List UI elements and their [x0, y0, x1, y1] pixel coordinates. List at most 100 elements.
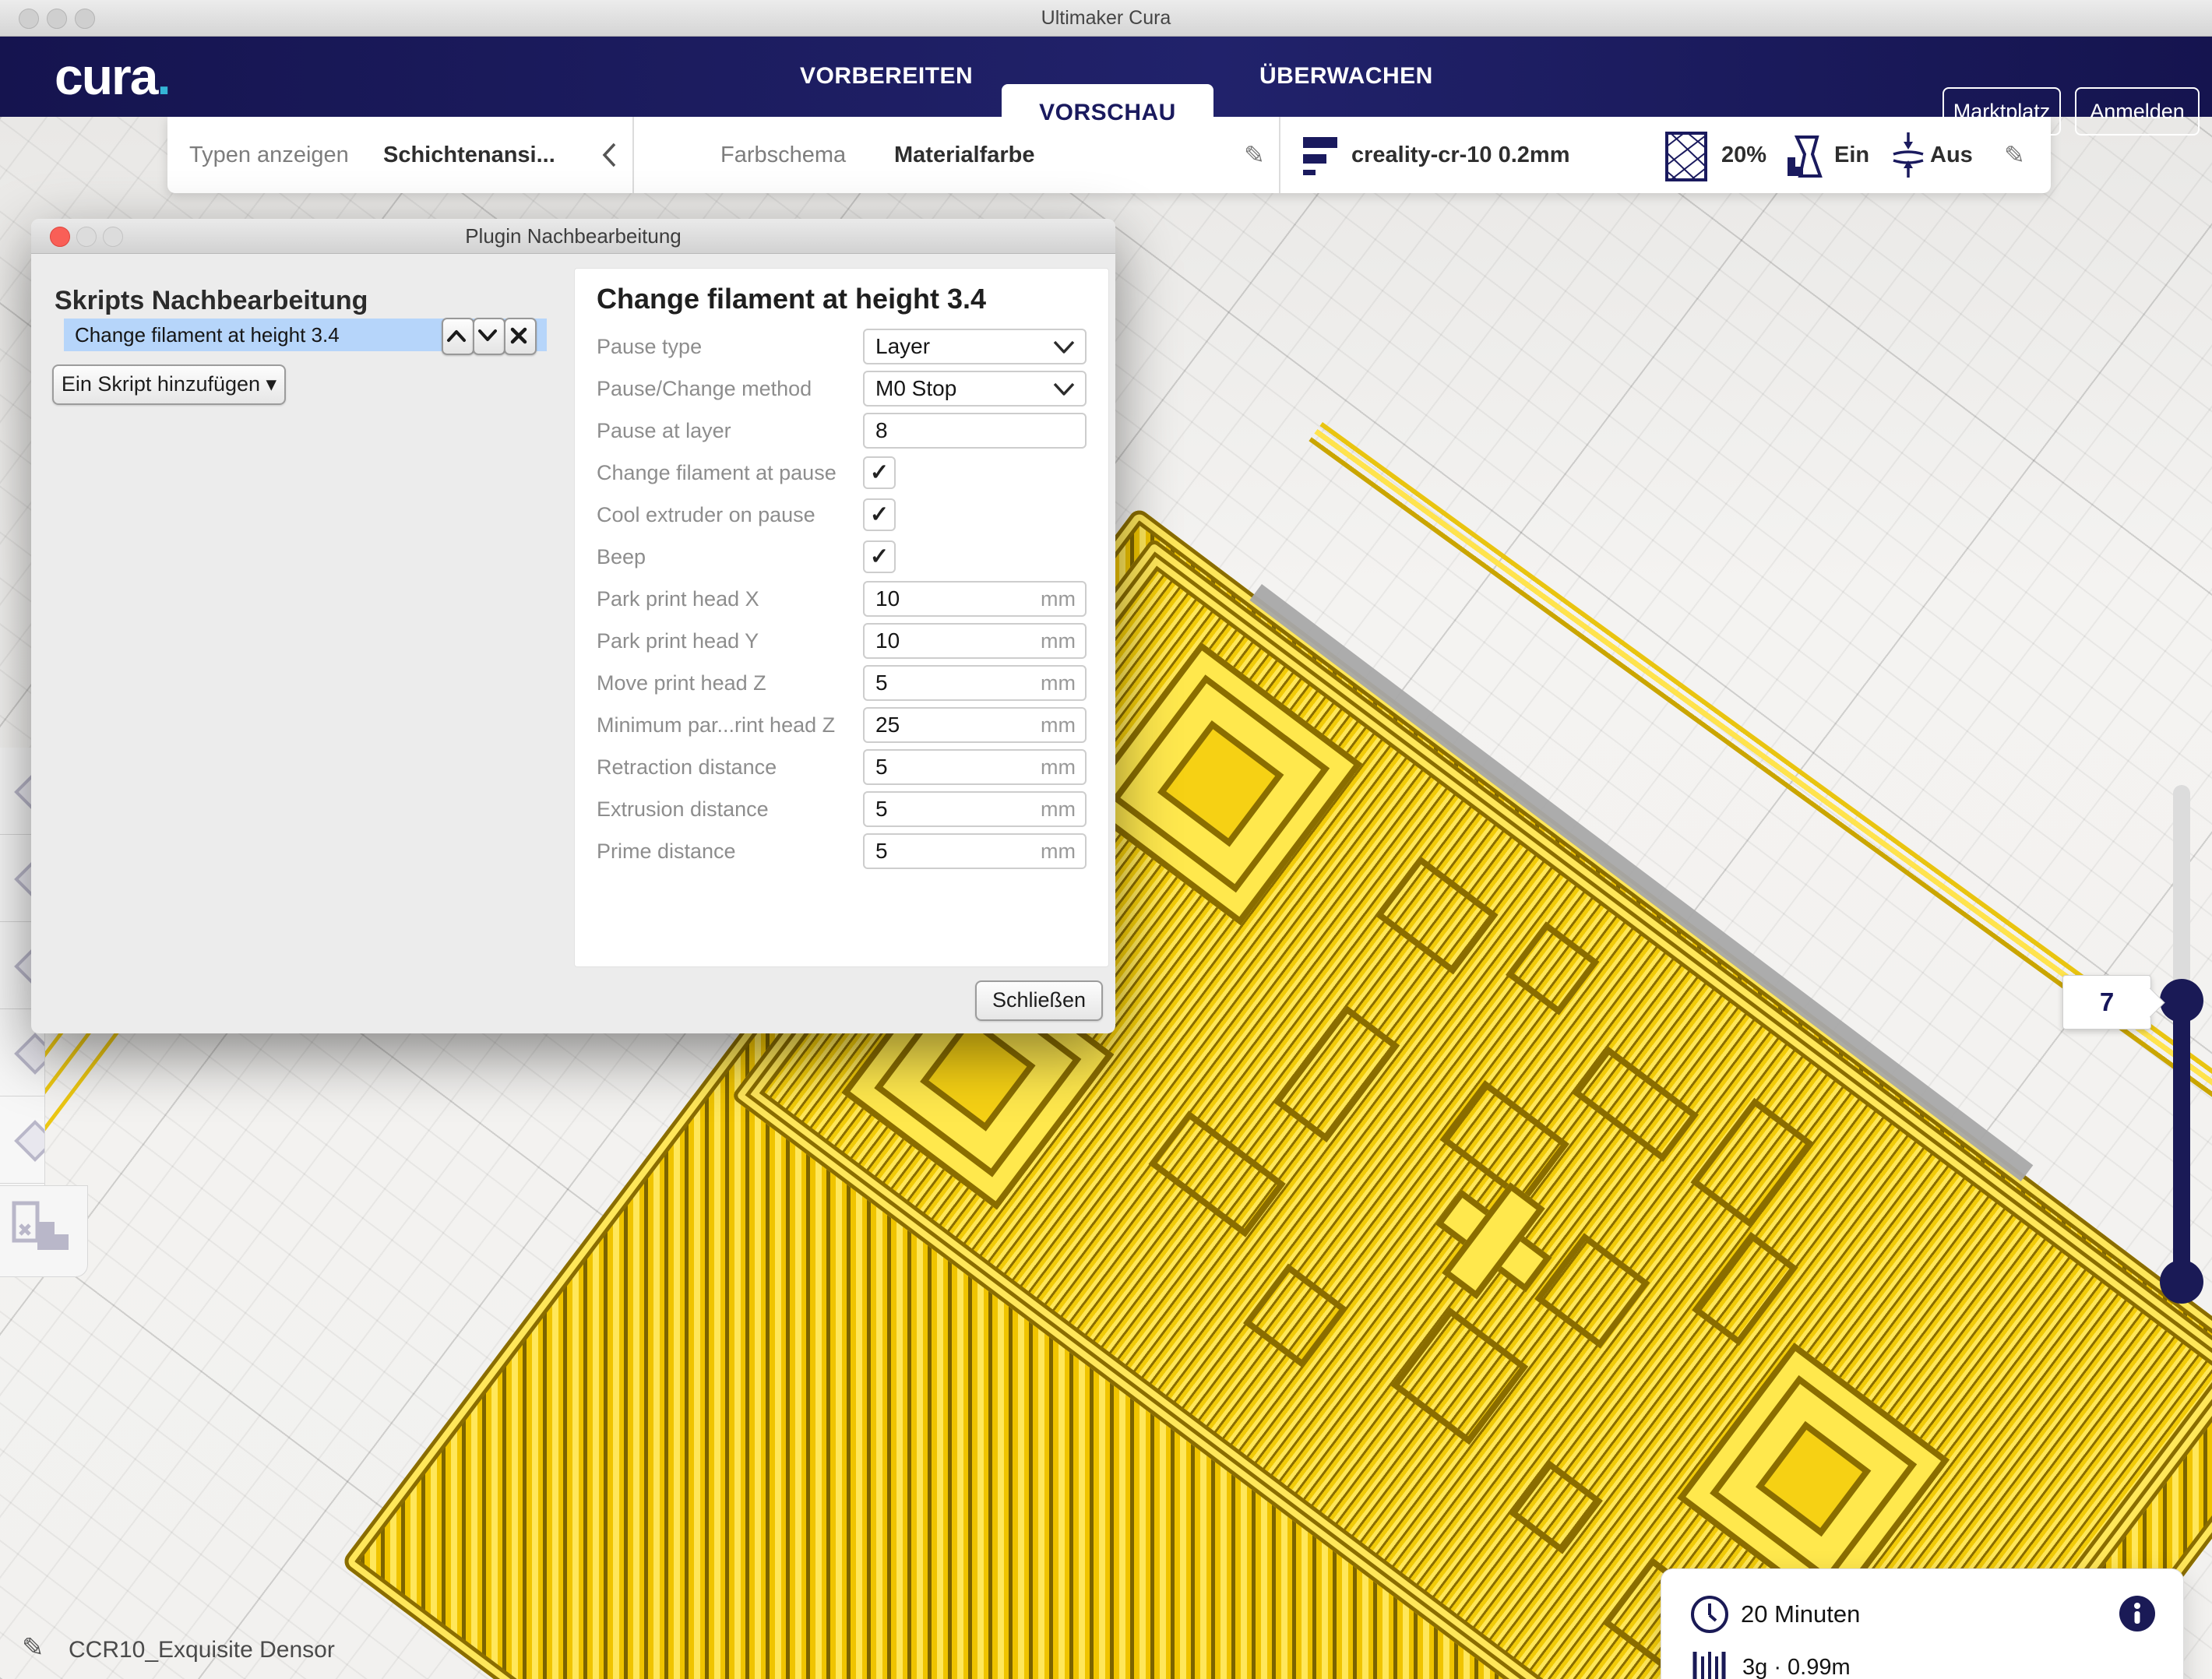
form-row-beep: Beep ✓: [597, 538, 1087, 576]
retraction-distance-input[interactable]: 5 mm: [863, 749, 1087, 785]
qr-module: [1375, 856, 1498, 974]
marketplace-button[interactable]: Marktplatz: [1943, 87, 2061, 136]
toolbar-divider: [1279, 117, 1280, 193]
support-icon: [1786, 134, 1825, 179]
add-script-button[interactable]: Ein Skript hinzufügen ▾: [52, 364, 286, 405]
model-name: CCR10_Exquisite Densor: [69, 1637, 335, 1663]
layer-number-flag: 7: [2062, 975, 2151, 1030]
tab-vorschau[interactable]: VORSCHAU: [1002, 84, 1213, 142]
edit-print-settings-pencil-icon[interactable]: ✎: [2004, 140, 2025, 170]
park-y-input[interactable]: 10 mm: [863, 623, 1087, 659]
form-row-prime: Prime distance 5 mm: [597, 832, 1087, 870]
form-row-retraction: Retraction distance 5 mm: [597, 748, 1087, 786]
qr-module: [1534, 1233, 1650, 1348]
close-x-icon: [510, 327, 527, 344]
move-script-up-button[interactable]: [442, 318, 474, 355]
app-window: ✎ CCR10_Exquisite Densor 40.0 x 80.0 x 2…: [0, 0, 2212, 1679]
form-row-park-y: Park print head Y 10 mm: [597, 622, 1087, 660]
qr-module: [1148, 1111, 1285, 1237]
dialog-title: Plugin Nachbearbeitung: [31, 224, 1115, 248]
qr-module: [1391, 1308, 1528, 1445]
prime-distance-input[interactable]: 5 mm: [863, 833, 1087, 869]
form-row-pause-method: Pause/Change method M0 Stop: [597, 370, 1087, 407]
cool-extruder-checkbox[interactable]: ✓: [863, 498, 896, 531]
form-row-pause-type: Pause type Layer: [597, 328, 1087, 365]
adhesion-icon: [1890, 131, 1926, 179]
tool-button-support-blocker[interactable]: [0, 1096, 44, 1184]
layer-slider-lower-handle[interactable]: [2160, 1260, 2203, 1304]
print-summary-panel: 20 Minuten 3g · 0.99m Print with OctoPri…: [1661, 1568, 2184, 1679]
scripts-heading: Skripts Nachbearbeitung: [55, 286, 368, 316]
chevron-down-icon: [477, 329, 498, 343]
chevron-down-icon: [1052, 382, 1076, 397]
layer-slider-upper-handle[interactable]: [2160, 979, 2203, 1023]
move-z-input[interactable]: 5 mm: [863, 665, 1087, 701]
support-blocker-icon: [14, 1120, 44, 1162]
form-row-move-z: Move print head Z 5 mm: [597, 664, 1087, 702]
qr-module: [1690, 1098, 1814, 1227]
qr-module: [1506, 921, 1599, 1015]
tab-ueberwachen[interactable]: ÜBERWACHEN: [1259, 36, 1433, 117]
dialog-title-bar[interactable]: Plugin Nachbearbeitung: [31, 219, 1115, 254]
pause-at-layer-input[interactable]: 8: [863, 413, 1087, 449]
infill-icon: [1664, 131, 1708, 182]
qr-module: [1509, 1460, 1602, 1554]
form-row-change-filament: Change filament at pause ✓: [597, 454, 1087, 491]
form-row-pause-at-layer: Pause at layer 8: [597, 412, 1087, 449]
beep-checkbox[interactable]: ✓: [863, 540, 896, 573]
add-script-label: Ein Skript hinzufügen: [62, 372, 260, 396]
script-settings-panel: Change filament at height 3.4 Pause type…: [574, 268, 1109, 967]
park-x-input[interactable]: 10 mm: [863, 581, 1087, 617]
window-title: Ultimaker Cura: [0, 7, 2212, 30]
layer-slider-range[interactable]: [2173, 1001, 2190, 1290]
edit-view-pencil-icon[interactable]: ✎: [1244, 140, 1265, 170]
qr-module: [1273, 1005, 1400, 1142]
view-type-label: Typen anzeigen: [189, 117, 349, 193]
tab-vorbereiten[interactable]: VORBEREITEN: [800, 36, 973, 117]
qr-finder-square: [1079, 642, 1362, 925]
material-estimate: 3g · 0.99m: [1742, 1655, 1851, 1679]
form-row-park-x: Park print head X 10 mm: [597, 580, 1087, 618]
script-settings-heading: Change filament at height 3.4: [597, 283, 1087, 315]
chevron-up-icon: [446, 329, 467, 343]
qr-module: [1243, 1263, 1347, 1367]
support-value: Ein: [1834, 117, 1869, 193]
logo-dot: .: [157, 48, 169, 105]
sign-in-button[interactable]: Anmelden: [2075, 87, 2200, 136]
toolbar-divider: [632, 117, 634, 193]
remove-script-button[interactable]: [504, 318, 537, 355]
close-dialog-button[interactable]: Schließen: [975, 980, 1103, 1021]
layer-number: 7: [2100, 987, 2114, 1016]
print-time-estimate: 20 Minuten: [1741, 1600, 1860, 1628]
layer-height-icon: [1303, 136, 1339, 178]
post-processing-dialog: Plugin Nachbearbeitung Skripts Nachbearb…: [31, 219, 1115, 1033]
mirror-icon: [14, 1033, 44, 1075]
view-type-value[interactable]: Schichtenansi...: [383, 117, 555, 193]
color-scheme-label: Farbschema: [720, 117, 846, 193]
collapse-chevron-icon[interactable]: [601, 142, 618, 168]
qr-module: [1440, 1080, 1569, 1204]
caret-down-icon: ▾: [266, 372, 277, 396]
clock-icon: [1689, 1594, 1730, 1635]
form-row-extrusion: Extrusion distance 5 mm: [597, 790, 1087, 828]
window-title-bar: Ultimaker Cura: [0, 0, 2212, 37]
rename-model-pencil-icon[interactable]: ✎: [22, 1632, 44, 1663]
form-row-cool-extruder: Cool extruder on pause ✓: [597, 496, 1087, 533]
per-model-settings-icon: [11, 1199, 73, 1261]
minimum-z-input[interactable]: 25 mm: [863, 707, 1087, 743]
pause-type-select[interactable]: Layer: [863, 329, 1087, 364]
form-row-minimum-z: Minimum par...rint head Z 25 mm: [597, 706, 1087, 744]
extrusion-distance-input[interactable]: 5 mm: [863, 791, 1087, 827]
infill-value: 20%: [1721, 117, 1766, 193]
filament-spool-icon: [1691, 1650, 1733, 1679]
pause-method-select[interactable]: M0 Stop: [863, 371, 1087, 407]
per-model-settings-button[interactable]: [0, 1185, 88, 1277]
move-script-down-button[interactable]: [473, 318, 505, 355]
change-filament-checkbox[interactable]: ✓: [863, 456, 896, 489]
app-header: cura. VORBEREITEN VORSCHAU ÜBERWACHEN Ma…: [0, 36, 2212, 117]
printer-profile-value[interactable]: creality-cr-10 0.2mm: [1351, 117, 1570, 193]
qr-module: [1692, 1232, 1798, 1346]
chevron-down-icon: [1052, 340, 1076, 355]
cura-logo: cura.: [55, 47, 170, 106]
info-icon[interactable]: [2119, 1596, 2155, 1631]
